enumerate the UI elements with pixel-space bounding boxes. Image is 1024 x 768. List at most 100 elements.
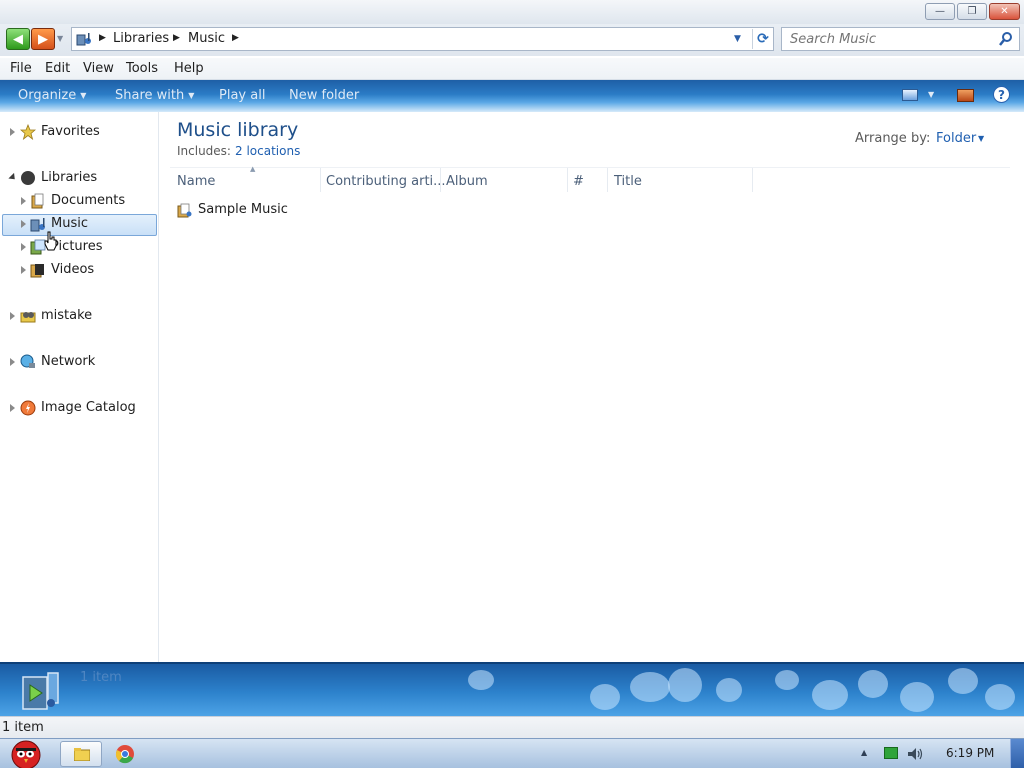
share-with-label: Share with (115, 88, 185, 103)
play-all-button[interactable]: Play all (219, 88, 265, 103)
column-album[interactable]: Album (446, 174, 488, 189)
network-status-icon[interactable] (884, 747, 898, 759)
column-divider[interactable] (607, 168, 608, 192)
forward-button[interactable]: ▶ (31, 28, 55, 50)
command-bar: Organize ▼ Share with ▼ Play all New folde… (0, 80, 1024, 112)
chrome-icon[interactable] (115, 744, 135, 764)
show-hidden-icons-icon[interactable]: ▲ (861, 748, 867, 757)
minimize-button[interactable]: — (925, 3, 955, 20)
arrange-by-label: Arrange by: (855, 131, 931, 146)
show-desktop-button[interactable] (1010, 739, 1024, 768)
menu-edit[interactable]: Edit (45, 61, 70, 76)
details-item-count: 1 item (80, 670, 122, 685)
column-contributing-artists[interactable]: Contributing arti... (326, 174, 446, 189)
address-bar[interactable]: ▶ Libraries ▶ Music ▶ ▼ ⟳ (71, 27, 774, 51)
expand-icon[interactable] (21, 197, 26, 205)
tree-item-network[interactable]: Network (0, 351, 158, 373)
column-divider[interactable] (752, 168, 753, 192)
search-icon[interactable] (998, 31, 1014, 47)
clock[interactable]: 6:19 PM (946, 746, 994, 760)
tree-item-documents[interactable]: Documents (0, 190, 158, 212)
decorative-bubble (716, 678, 742, 702)
title-bar: — ❐ ✕ (0, 0, 1024, 24)
tree-item-user-folder[interactable]: mistake (0, 305, 158, 327)
decorative-bubble (630, 672, 670, 702)
tree-item-music[interactable]: Music (0, 213, 158, 235)
search-input[interactable] (790, 30, 990, 48)
content-pane: Music library Includes: 2 locations Arra… (160, 112, 1024, 662)
star-icon (20, 124, 36, 140)
expand-icon[interactable] (10, 404, 15, 412)
tree-item-favorites[interactable]: Favorites (0, 121, 158, 143)
menu-file[interactable]: File (10, 61, 32, 76)
library-title: Music library (177, 119, 299, 141)
maximize-button[interactable]: ❐ (957, 3, 987, 20)
tree-item-videos[interactable]: Videos (0, 259, 158, 281)
chevron-down-icon: ▼ (188, 91, 195, 100)
refresh-icon[interactable]: ⟳ (752, 29, 773, 49)
tree-label-favorites: Favorites (41, 124, 100, 139)
share-with-button[interactable]: Share with ▼ (115, 88, 194, 103)
breadcrumb-music[interactable]: Music (188, 31, 225, 46)
tree-item-image-catalog[interactable]: Image Catalog (0, 397, 158, 419)
column-divider[interactable] (440, 168, 441, 192)
organize-button[interactable]: Organize ▼ (18, 88, 86, 103)
collapse-icon[interactable] (8, 172, 18, 183)
music-library-icon (30, 218, 45, 232)
breadcrumb-libraries[interactable]: Libraries (113, 31, 169, 46)
tree-label-image-catalog: Image Catalog (41, 400, 136, 415)
column-track-number[interactable]: # (573, 174, 584, 189)
column-divider[interactable] (567, 168, 568, 192)
status-bar: 1 item (0, 716, 1024, 738)
music-library-icon (76, 33, 91, 46)
breadcrumb-separator-icon[interactable]: ▶ (173, 33, 180, 43)
column-divider[interactable] (320, 168, 321, 192)
image-catalog-icon (20, 400, 36, 416)
menu-view[interactable]: View (83, 61, 114, 76)
address-row: ◀ ▶ ▼ ▶ Libraries ▶ Music ▶ ▼ ⟳ (0, 24, 1024, 56)
decorative-bubble (812, 680, 848, 710)
expand-icon[interactable] (10, 358, 15, 366)
user-folder-icon (20, 312, 36, 323)
expand-icon[interactable] (21, 220, 26, 228)
start-button-icon[interactable] (2, 734, 48, 768)
navigation-pane: Favorites Libraries Documents Music Pict (0, 112, 159, 662)
organize-label: Organize (18, 88, 77, 103)
close-button[interactable]: ✕ (989, 3, 1020, 20)
column-title[interactable]: Title (614, 174, 642, 189)
taskbar-explorer-button[interactable] (60, 741, 102, 767)
volume-icon[interactable] (906, 745, 924, 763)
tree-item-libraries[interactable]: Libraries (0, 167, 158, 189)
help-icon[interactable]: ? (993, 86, 1010, 103)
details-pane: 1 item (0, 662, 1024, 716)
tree-item-pictures[interactable]: Pictures (0, 236, 158, 258)
menu-tools[interactable]: Tools (126, 61, 158, 76)
new-folder-button[interactable]: New folder (289, 88, 359, 103)
preview-pane-icon[interactable] (957, 89, 974, 102)
decorative-bubble (775, 670, 799, 690)
address-dropdown-icon[interactable]: ▼ (734, 34, 741, 44)
expand-icon[interactable] (21, 266, 26, 274)
breadcrumb-separator-icon[interactable]: ▶ (99, 33, 106, 43)
expand-icon[interactable] (10, 128, 15, 136)
menu-help[interactable]: Help (174, 61, 204, 76)
column-name[interactable]: Name (177, 174, 215, 189)
tree-label-user-folder: mistake (41, 308, 93, 323)
recent-pages-dropdown-icon[interactable]: ▼ (57, 34, 63, 43)
list-item-name: Sample Music (198, 202, 288, 217)
search-box[interactable] (781, 27, 1020, 51)
includes-label: Includes: (177, 144, 231, 158)
back-button[interactable]: ◀ (6, 28, 30, 50)
change-view-icon[interactable] (902, 89, 918, 101)
tree-label-music: Music (51, 216, 88, 231)
column-header: ▲ Name Contributing arti... Album # Titl… (170, 165, 1010, 193)
locations-link[interactable]: 2 locations (235, 144, 300, 158)
view-options-chevron-icon[interactable]: ▼ (928, 90, 934, 99)
documents-library-icon (31, 193, 44, 209)
expand-icon[interactable] (21, 243, 26, 251)
arrange-by-dropdown[interactable]: Folder (936, 131, 976, 146)
decorative-bubble (590, 684, 620, 710)
breadcrumb-separator-icon[interactable]: ▶ (232, 33, 239, 43)
chevron-down-icon[interactable]: ▼ (978, 134, 984, 143)
expand-icon[interactable] (10, 312, 15, 320)
